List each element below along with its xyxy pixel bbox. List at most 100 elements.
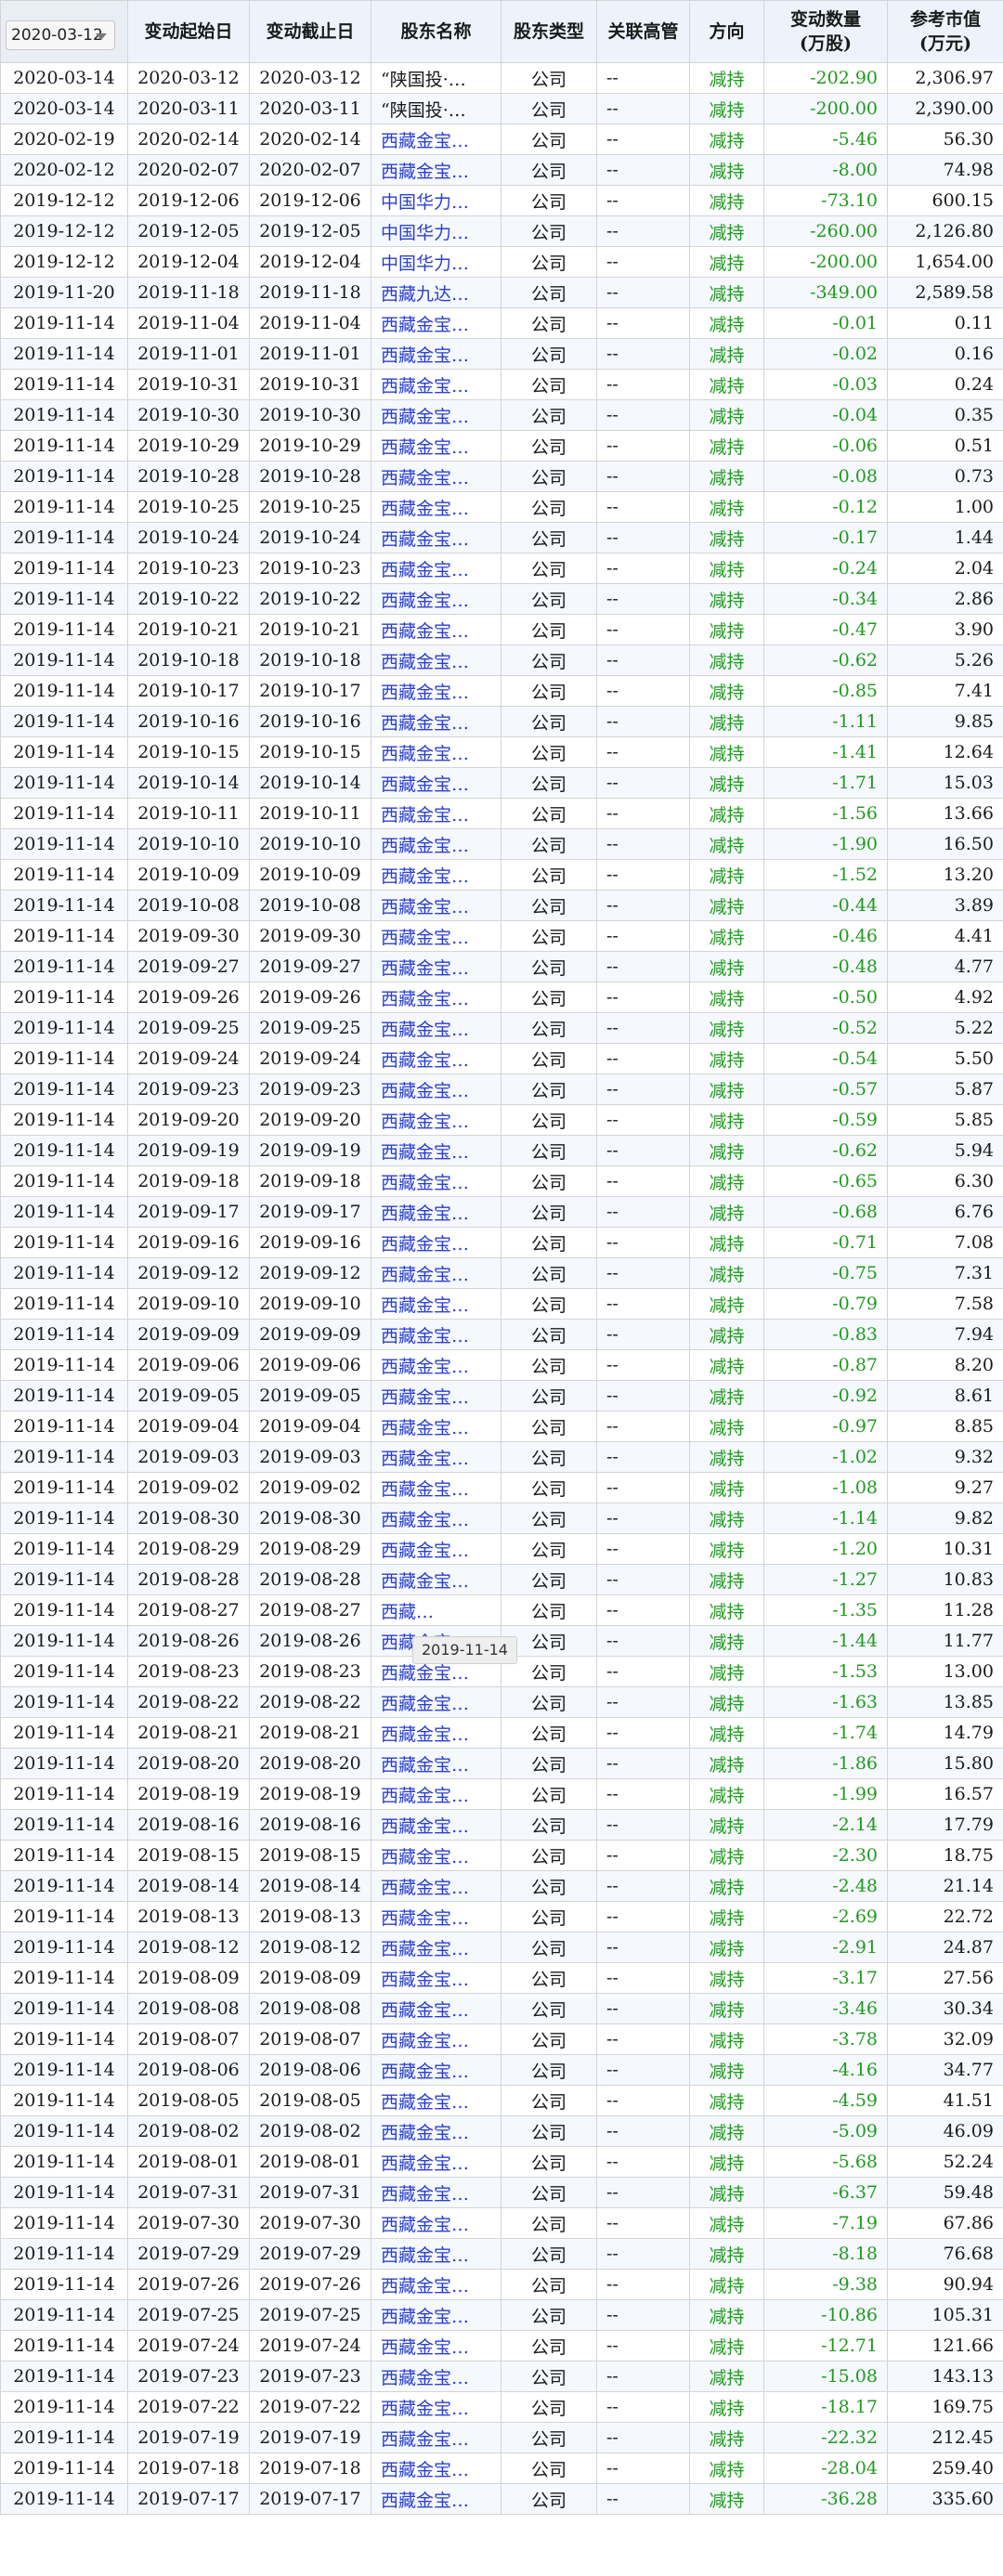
holder-name-link[interactable]: 西藏金宝… (371, 1533, 502, 1565)
holder-name-link[interactable]: 西藏金宝… (371, 2207, 502, 2239)
related-exec-cell: -- (596, 1257, 690, 1289)
holder-name-link[interactable]: 西藏金宝… (371, 2483, 502, 2515)
holder-name-link[interactable]: 西藏金宝… (371, 736, 502, 768)
announce-date-cell: 2019-11-14 (0, 2361, 128, 2392)
column-header-related-exec[interactable]: 关联高管 (596, 0, 690, 63)
holder-name-link[interactable]: 西藏金宝… (371, 890, 502, 921)
column-header-market-value[interactable]: 参考市值 (万元) (887, 0, 1003, 63)
related-exec-cell: -- (596, 1135, 690, 1166)
holder-name-link[interactable]: 西藏金宝… (371, 1073, 502, 1105)
holder-name-link[interactable]: 西藏金宝… (371, 2146, 502, 2178)
holder-name-link[interactable]: 西藏金宝… (371, 1472, 502, 1503)
market-value-cell: 2,306.97 (887, 62, 1003, 94)
holder-name-link[interactable]: 中国华力… (371, 185, 502, 216)
holder-name-link[interactable]: 西藏金宝… (371, 583, 502, 615)
holder-name-link[interactable]: 西藏金宝… (371, 522, 502, 553)
holder-name-link[interactable]: 西藏金宝… (371, 338, 502, 370)
related-exec-cell: -- (596, 1073, 690, 1105)
holder-name-link[interactable]: 西藏金宝… (371, 369, 502, 400)
holder-name-link[interactable]: 中国华力… (371, 215, 502, 247)
holder-name-link[interactable]: 西藏金宝… (371, 644, 502, 676)
holder-name-link[interactable]: 西藏金宝… (371, 399, 502, 431)
holder-name-link[interactable]: 西藏金宝… (371, 920, 502, 952)
holder-name-link[interactable]: 西藏金宝… (371, 1411, 502, 1442)
holder-name-link[interactable]: 西藏金宝… (371, 1165, 502, 1197)
holder-name-link[interactable]: 西藏金宝… (371, 1993, 502, 2024)
holder-name-link[interactable]: 西藏金宝… (371, 859, 502, 891)
holder-name-link[interactable]: 西藏九达… (371, 277, 502, 308)
holder-name-link[interactable]: 西藏金宝… (371, 2391, 502, 2423)
holder-name-link[interactable]: 西藏金宝… (371, 675, 502, 707)
holder-name-link[interactable]: 西藏金宝… (371, 951, 502, 982)
holder-name-link[interactable]: 西藏金宝… (371, 2054, 502, 2086)
column-header-direction[interactable]: 方向 (689, 0, 764, 63)
holder-name-link[interactable]: 西藏金宝… (371, 1932, 502, 1963)
holder-name-link[interactable]: 西藏金宝… (371, 307, 502, 339)
holder-name-link[interactable]: 西藏金宝… (371, 2177, 502, 2208)
announce-date-cell: 2019-11-14 (0, 920, 128, 952)
holder-name-link[interactable]: 西藏金宝… (371, 461, 502, 492)
holder-name-link[interactable]: 西藏金宝… (371, 1503, 502, 1534)
holder-name-link[interactable]: 西藏金宝… (371, 2361, 502, 2392)
holder-name-link[interactable]: 西藏金宝… (371, 1012, 502, 1044)
holder-name-link[interactable]: 中国华力… (371, 246, 502, 278)
market-value-cell: 259.40 (887, 2452, 1003, 2484)
column-header-end-date[interactable]: 变动截止日 (249, 0, 371, 63)
holder-type-cell: 公司 (501, 1441, 597, 1473)
column-header-change-qty[interactable]: 变动数量 (万股) (763, 0, 888, 63)
holder-name-link[interactable]: 西藏金宝… (371, 828, 502, 860)
holder-name-link[interactable]: 西藏金宝… (371, 1870, 502, 1902)
holder-name-link[interactable]: 西藏金宝… (371, 430, 502, 462)
holder-name-link[interactable]: 西藏金宝… (371, 1043, 502, 1074)
holder-name-link[interactable]: 西藏金宝… (371, 1441, 502, 1473)
change-qty-cell: -200.00 (763, 246, 888, 278)
holder-name-link[interactable]: 西藏金宝… (371, 154, 502, 186)
column-header-holder-name[interactable]: 股东名称 (371, 0, 502, 63)
column-header-holder-type[interactable]: 股东类型 (501, 0, 597, 63)
holder-name-link[interactable]: 西藏金宝… (371, 2115, 502, 2147)
holder-name-link[interactable]: 西藏金宝… (371, 1840, 502, 1871)
holder-name-link[interactable]: 西藏金宝… (371, 1319, 502, 1350)
holder-name-link[interactable]: 西藏金宝… (371, 1778, 502, 1810)
holder-name-link[interactable]: 西藏金宝… (371, 706, 502, 737)
holder-name-link[interactable]: 西藏金宝… (371, 1748, 502, 1779)
holder-name-link[interactable]: 西藏金宝… (371, 2452, 502, 2484)
holder-name-link[interactable]: 西藏金宝… (371, 614, 502, 645)
holder-name-link[interactable]: 西藏金宝… (371, 2299, 502, 2331)
holder-name-link[interactable]: 西藏金宝… (371, 982, 502, 1013)
holder-name-link[interactable]: 西藏金宝… (371, 2269, 502, 2300)
holder-name-link[interactable]: 西藏金宝… (371, 798, 502, 829)
start-date-cell: 2019-08-22 (127, 1686, 250, 1718)
holder-name-link[interactable]: 西藏金宝… (371, 2085, 502, 2116)
date-filter-select[interactable]: 2020-03-12 (6, 20, 115, 50)
holder-name-link[interactable]: 西藏金宝… (371, 1809, 502, 1841)
holder-name-link[interactable]: 西藏金宝… (371, 553, 502, 584)
holder-name-link[interactable]: 西藏金宝… (371, 1717, 502, 1749)
holder-name-link[interactable]: 西藏金宝… (371, 1962, 502, 1994)
holder-name-link[interactable]: 西藏金宝… (371, 1686, 502, 1718)
holder-name-link[interactable]: 西藏金宝… (371, 1104, 502, 1136)
holder-name-link[interactable]: 西藏金宝… (371, 1135, 502, 1166)
holder-name-link[interactable]: 西藏金宝… (371, 1227, 502, 1258)
holder-name-link[interactable]: 西藏金宝… (371, 1349, 502, 1381)
holder-name-link[interactable]: 西藏金宝… (371, 1564, 502, 1595)
column-header-start-date[interactable]: 变动起始日 (127, 0, 250, 63)
holder-name-link[interactable]: 西藏金宝… (371, 491, 502, 523)
holder-name-link[interactable]: 西藏金宝… (371, 1901, 502, 1932)
holder-name-link[interactable]: 西藏金宝… (371, 1257, 502, 1289)
start-date-cell: 2019-08-15 (127, 1840, 250, 1871)
holder-name-link[interactable]: 西藏金宝… (371, 1380, 502, 1412)
holder-name-link[interactable]: 西藏金宝… (371, 1196, 502, 1228)
holder-name-link[interactable]: 西藏金宝… (371, 2330, 502, 2361)
holder-name-link[interactable]: 西藏金宝… (371, 2238, 502, 2270)
holder-name-link[interactable]: 西藏金宝… (371, 124, 502, 155)
holder-type-cell: 公司 (501, 2299, 597, 2331)
chevron-down-icon (96, 33, 107, 40)
holder-name-link[interactable]: 西藏金宝… (371, 2422, 502, 2453)
holder-name-link[interactable]: 西藏金宝… (371, 1288, 502, 1320)
holder-name-link[interactable]: 西藏… (371, 1594, 502, 1626)
direction-cell: 减持 (689, 1809, 764, 1841)
holder-name-link[interactable]: 西藏金宝… (371, 2023, 502, 2055)
market-value-cell: 7.31 (887, 1257, 1003, 1289)
holder-name-link[interactable]: 西藏金宝… (371, 767, 502, 799)
